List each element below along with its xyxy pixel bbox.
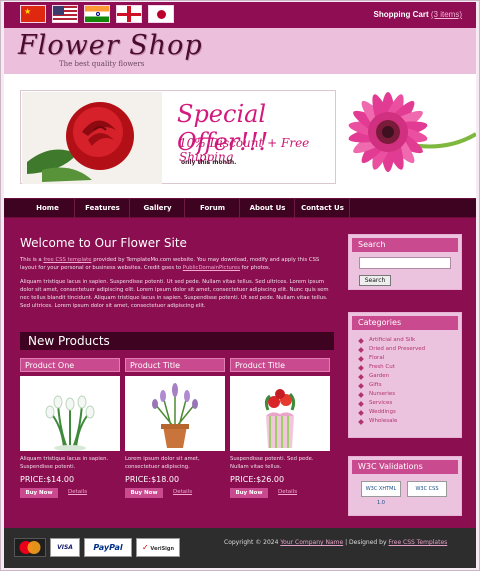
category-item[interactable]: Floral xyxy=(349,355,461,364)
search-button[interactable]: Search xyxy=(359,275,391,286)
company-link[interactable]: Your Company Name xyxy=(280,539,343,546)
india-flag-icon[interactable] xyxy=(84,5,110,23)
designed-by-text: | Designed by xyxy=(343,539,389,546)
cart-label: Shopping Cart xyxy=(373,10,429,19)
categories-title: Categories xyxy=(352,316,458,330)
product-card: Product One Aliquam tristique lacus in s… xyxy=(20,358,120,498)
shopping-cart: Shopping Cart (3 items) xyxy=(374,10,462,19)
japan-flag-icon[interactable] xyxy=(148,5,174,23)
product-description: Suspendisse potenti. Sed pede. Nullam vi… xyxy=(230,456,314,470)
product-actions: Buy Now Details xyxy=(20,488,120,498)
intro-text-3: for photos. xyxy=(240,265,271,271)
new-products-title: New Products xyxy=(28,334,110,348)
search-title: Search xyxy=(352,238,458,252)
nav-forum[interactable]: Forum xyxy=(186,199,240,218)
product-price: PRICE:$18.00 xyxy=(125,475,180,484)
intro-paragraph: This is a free CSS template provided by … xyxy=(20,256,336,272)
copyright-text: Copyright © 2024 xyxy=(224,539,281,546)
banner: Special Offer!!! 10% Discount + Free Shi… xyxy=(4,74,476,198)
visa-label: VISA xyxy=(57,544,73,551)
product-actions: Buy Now Details xyxy=(125,488,225,498)
verisign-label: VeriSign xyxy=(150,546,175,552)
nav-home[interactable]: Home xyxy=(21,199,75,218)
copyright: Copyright © 2024 Your Company Name | Des… xyxy=(224,539,447,546)
details-link[interactable]: Details xyxy=(68,489,87,495)
category-item[interactable]: Dried and Preserved xyxy=(349,346,461,355)
category-item[interactable]: Garden xyxy=(349,373,461,382)
product-card: Product Title Lorem ipsum dolor sit amet… xyxy=(125,358,225,498)
search-box: Search Search xyxy=(348,234,462,290)
gift-bouquet-image[interactable] xyxy=(230,376,330,451)
rose-image xyxy=(22,92,162,184)
welcome-heading: Welcome to Our Flower Site xyxy=(20,236,187,250)
w3c-box: W3C Validations W3C XHTML 1.0 W3C CSS xyxy=(348,456,462,516)
verisign-icon: ✓ VeriSign xyxy=(136,538,180,557)
designer-link[interactable]: Free CSS Templates xyxy=(388,539,447,546)
gerbera-image xyxy=(348,92,476,172)
product-title[interactable]: Product Title xyxy=(125,358,225,372)
top-bar: ★ Shopping Cart (3 items) xyxy=(4,2,476,28)
england-flag-icon[interactable] xyxy=(116,5,142,23)
product-actions: Buy Now Details xyxy=(230,488,330,498)
category-item[interactable]: Artificial and Silk xyxy=(349,337,461,346)
public-domain-pictures-link[interactable]: PublicDomainPictures xyxy=(183,265,240,271)
china-flag-icon[interactable]: ★ xyxy=(20,5,46,23)
category-item[interactable]: Gifts xyxy=(349,382,461,391)
details-link[interactable]: Details xyxy=(278,489,297,495)
css-badge[interactable]: W3C CSS xyxy=(407,481,447,497)
product-description: Aliquam tristique lacus in sapien. Suspe… xyxy=(20,456,109,470)
nav-features[interactable]: Features xyxy=(76,199,130,218)
body-paragraph: Aliquam tristique lacus in sapien. Suspe… xyxy=(20,279,329,309)
buy-now-button[interactable]: Buy Now xyxy=(230,488,268,498)
nav-contact-us[interactable]: Contact Us xyxy=(296,199,350,218)
mastercard-icon xyxy=(14,538,46,557)
nav-about-us[interactable]: About Us xyxy=(241,199,295,218)
footer: VISA PayPal ✓ VeriSign Copyright © 2024 … xyxy=(4,528,476,568)
product-title[interactable]: Product Title xyxy=(230,358,330,372)
logo-title[interactable]: Flower Shop xyxy=(18,30,203,61)
category-item[interactable]: Wholesale xyxy=(349,418,461,427)
category-item[interactable]: Weddings xyxy=(349,409,461,418)
search-input[interactable] xyxy=(359,257,451,269)
product-price: PRICE:$26.00 xyxy=(230,475,285,484)
lavender-pot-image[interactable] xyxy=(125,376,225,451)
product-title[interactable]: Product One xyxy=(20,358,120,372)
buy-now-button[interactable]: Buy Now xyxy=(20,488,58,498)
xhtml-badge[interactable]: W3C XHTML 1.0 xyxy=(361,481,401,506)
main-nav: Home Features Gallery Forum About Us Con… xyxy=(4,198,476,218)
main-content: Welcome to Our Flower Site This is a fre… xyxy=(4,218,476,528)
details-link[interactable]: Details xyxy=(173,489,192,495)
snowdrop-image[interactable] xyxy=(20,376,120,451)
category-item[interactable]: Services xyxy=(349,400,461,409)
logo-band: Flower Shop The best quality flowers xyxy=(4,28,476,74)
nav-gallery[interactable]: Gallery xyxy=(131,199,185,218)
paypal-label: PayPal xyxy=(93,543,123,552)
category-item[interactable]: Nurseries xyxy=(349,391,461,400)
free-css-template-link[interactable]: free CSS template xyxy=(43,257,91,263)
usa-flag-icon[interactable] xyxy=(52,5,78,23)
xhtml-badge-label: W3C XHTML 1.0 xyxy=(365,486,397,506)
cart-count-link[interactable]: (3 items) xyxy=(431,10,462,19)
offer-note: only this month. xyxy=(181,159,237,166)
category-list: Artificial and Silk Dried and Preserved … xyxy=(349,333,461,427)
new-products-header: New Products xyxy=(20,332,334,350)
product-description: Lorem ipsum dolor sit amet, consectetuer… xyxy=(125,456,200,470)
intro-text-1: This is a xyxy=(20,257,44,263)
categories-box: Categories Artificial and Silk Dried and… xyxy=(348,312,462,438)
paypal-icon: PayPal xyxy=(84,538,132,557)
w3c-title: W3C Validations xyxy=(352,460,458,474)
buy-now-button[interactable]: Buy Now xyxy=(125,488,163,498)
special-offer-box: Special Offer!!! 10% Discount + Free Shi… xyxy=(20,90,336,184)
category-item[interactable]: Fresh Cut xyxy=(349,364,461,373)
product-card: Product Title Suspendisse potenti. Sed p… xyxy=(230,358,330,498)
visa-icon: VISA xyxy=(50,538,80,557)
css-badge-label: W3C CSS xyxy=(415,486,439,492)
logo-tagline: The best quality flowers xyxy=(59,60,145,68)
product-price: PRICE:$14.00 xyxy=(20,475,75,484)
